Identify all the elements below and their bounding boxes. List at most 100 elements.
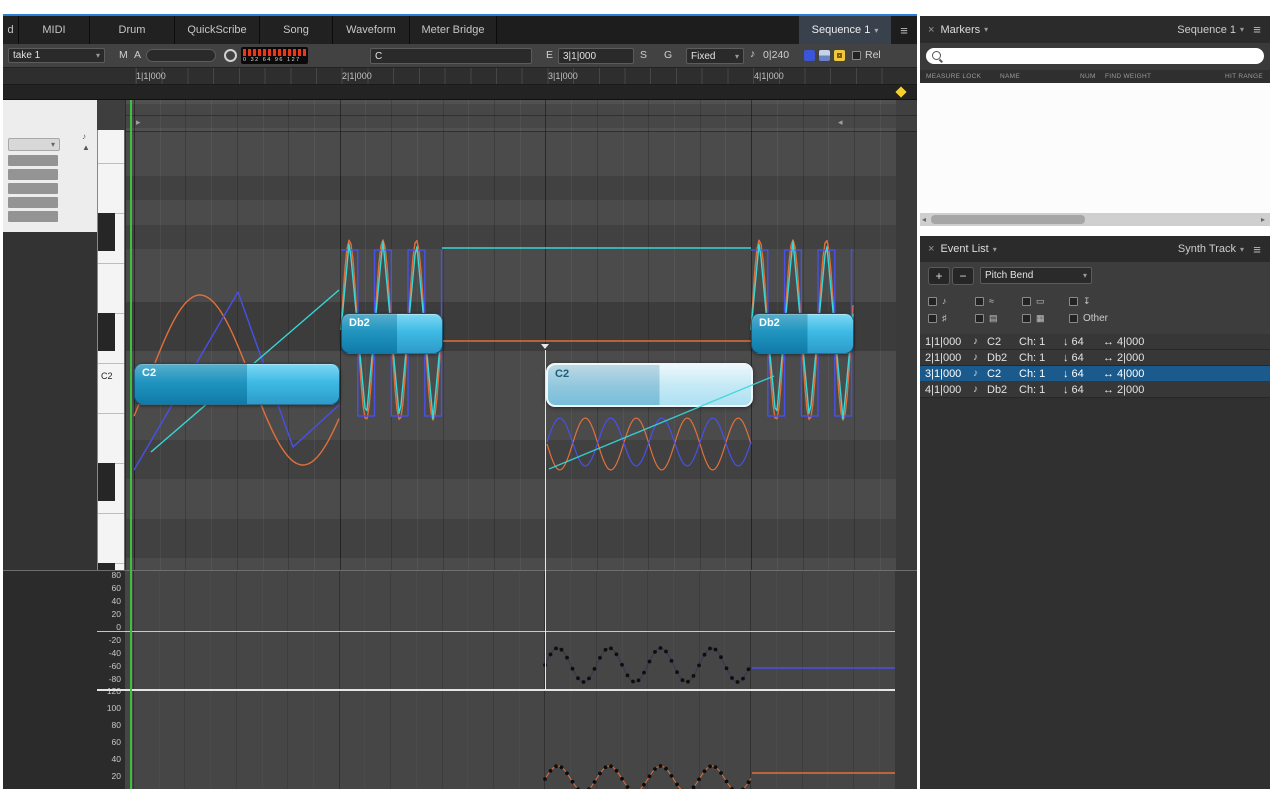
marker-flag[interactable] (895, 86, 906, 97)
search-input[interactable] (926, 48, 1264, 64)
markers-menu-icon[interactable]: ≡ (1244, 22, 1270, 37)
color-swatch-blue[interactable] (804, 50, 815, 61)
scroll-thumb[interactable] (931, 215, 1085, 224)
playhead[interactable] (130, 100, 132, 789)
track-mini-row[interactable] (8, 155, 58, 166)
tab-quickscribe[interactable]: QuickScribe (175, 16, 260, 44)
pitch-bend-dot (703, 653, 707, 657)
color-swatch-slate[interactable] (819, 50, 830, 61)
pitch-bend-dot (549, 653, 553, 657)
color-swatch-yellow[interactable] (834, 50, 845, 61)
markers-column-label[interactable]: MEASURE LOCK (926, 73, 981, 80)
close-icon[interactable]: × (928, 24, 934, 36)
take-selector[interactable]: take 1 ▾ (8, 48, 105, 63)
pitch-bend-dot (620, 663, 624, 667)
event-row[interactable]: 2|1|000♪Db2Ch: 1↓ 64↔ 2|000 (920, 350, 1270, 366)
lane-top-separator (3, 570, 917, 571)
track-mini-row[interactable] (8, 211, 58, 222)
del*ete-event-button[interactable]: − (952, 267, 974, 285)
black-key[interactable] (98, 563, 115, 570)
timeline-ruler[interactable]: 1|1|0002|1|0003|1|0004|1|000 (3, 68, 917, 85)
note-duration-icon[interactable]: ♪ (750, 48, 755, 60)
markers-title[interactable]: Markers (940, 24, 980, 36)
pitch-bend-dot (604, 648, 608, 652)
marker-strip[interactable] (3, 85, 917, 100)
event-velocity: ↓ 64 (1063, 336, 1103, 348)
arm-label[interactable]: A (134, 49, 141, 61)
grid-button[interactable]: G (664, 49, 672, 61)
pitch-bend-dot (576, 676, 580, 680)
chord-field[interactable]: C (370, 48, 532, 64)
event-row[interactable]: 1|1|000♪C2Ch: 1↓ 64↔ 4|000 (920, 334, 1270, 350)
track-mini-selector[interactable]: ▾ (8, 138, 60, 151)
grid-mode-selector[interactable]: Fixed ▾ (686, 48, 744, 64)
event-velocity: ↓ 64 (1063, 368, 1103, 380)
event-list-menu-icon[interactable]: ≡ (1244, 242, 1270, 257)
sequence-selector[interactable]: Sequence 1 ▾ (799, 16, 891, 44)
track-mini-row[interactable] (8, 169, 58, 180)
solo-button[interactable]: S (640, 49, 647, 61)
rel-checkbox[interactable] (852, 51, 861, 60)
filter-checkbox[interactable] (975, 314, 984, 323)
pitch-bend-dot (543, 777, 547, 781)
close-icon[interactable]: × (928, 243, 934, 255)
filter-checkbox[interactable] (1069, 314, 1078, 323)
track-selector[interactable]: Synth Track (1178, 243, 1236, 255)
tab-menu-icon[interactable]: ≡ (891, 16, 917, 44)
track-mini-row[interactable] (8, 183, 58, 194)
event-row-selected[interactable]: 3|1|000♪C2Ch: 1↓ 64↔ 4|000 (920, 366, 1270, 382)
piano-keyboard[interactable]: C2 (97, 130, 125, 570)
controller-lanes[interactable] (125, 570, 917, 789)
markers-sequence-selector[interactable]: Sequence 1 (1177, 24, 1236, 36)
lane1-scale-label: -40 (81, 649, 121, 658)
markers-list-body[interactable] (920, 83, 1270, 213)
knob[interactable] (224, 49, 237, 62)
event-list-title[interactable]: Event List (940, 243, 988, 255)
zoom-tool-icon[interactable]: ♪ (82, 133, 86, 141)
markers-column-label[interactable]: FIND WEIGHT (1105, 73, 1151, 80)
tab-drum[interactable]: Drum (90, 16, 175, 44)
zoom-tool-icon[interactable]: ▲ (82, 144, 90, 152)
markers-search-row (920, 43, 1270, 70)
tab-song[interactable]: Song (260, 16, 333, 44)
velocity-meter-scale: 0 32 64 96 127 (243, 57, 306, 63)
filter-checkbox[interactable] (1022, 297, 1031, 306)
midi-grid[interactable]: C2Db2C2Db2 ▸ ◂ (125, 100, 917, 570)
filter-checkbox[interactable] (975, 297, 984, 306)
loop-end-arrow[interactable]: ◂ (838, 118, 843, 127)
counter-field[interactable]: 3|1|000 (558, 48, 634, 64)
loop-start-arrow[interactable]: ▸ (136, 118, 141, 127)
track-mini-panel: ▾ (3, 100, 97, 232)
view-selector[interactable]: Pitch Bend ▾ (980, 267, 1092, 284)
filter-checkbox[interactable] (928, 297, 937, 306)
filter-checkbox[interactable] (1069, 297, 1078, 306)
arm-field[interactable] (146, 49, 216, 62)
markers-column-label[interactable]: NAME (1000, 73, 1020, 80)
filter-checkbox[interactable] (1022, 314, 1031, 323)
tab-meter-bridge[interactable]: Meter Bridge (410, 16, 497, 44)
insert-event-button[interactable]: + (928, 267, 950, 285)
markers-hscrollbar[interactable]: ◂ ▸ (920, 213, 1270, 226)
pitch-bend-dot (653, 767, 657, 771)
black-key[interactable] (98, 313, 115, 351)
mute-button[interactable]: M (119, 49, 128, 61)
event-row[interactable]: 4|1|000♪Db2Ch: 1↓ 64↔ 2|000 (920, 382, 1270, 398)
black-key[interactable] (98, 463, 115, 501)
filter-checkbox[interactable] (928, 314, 937, 323)
event-filter: ▦ (1022, 313, 1045, 324)
track-mini-row[interactable] (8, 197, 58, 208)
pitch-bend-dot (697, 777, 701, 781)
markers-column-label[interactable]: NUM (1080, 73, 1096, 80)
tab-d[interactable]: d (3, 16, 19, 44)
key-separator (98, 363, 124, 364)
markers-column-label[interactable]: HIT RANGE (1225, 73, 1263, 80)
scroll-left-icon[interactable]: ◂ (922, 215, 926, 224)
tab-waveform[interactable]: Waveform (333, 16, 410, 44)
tab-midi[interactable]: MIDI (19, 16, 90, 44)
black-key[interactable] (98, 213, 115, 251)
edit-cursor-handle[interactable] (541, 344, 549, 349)
pitch-bend-dot (703, 769, 707, 773)
edit-cursor[interactable] (545, 350, 546, 690)
filter-type-icon: ▤ (989, 314, 998, 323)
scroll-right-icon[interactable]: ▸ (1261, 215, 1265, 224)
